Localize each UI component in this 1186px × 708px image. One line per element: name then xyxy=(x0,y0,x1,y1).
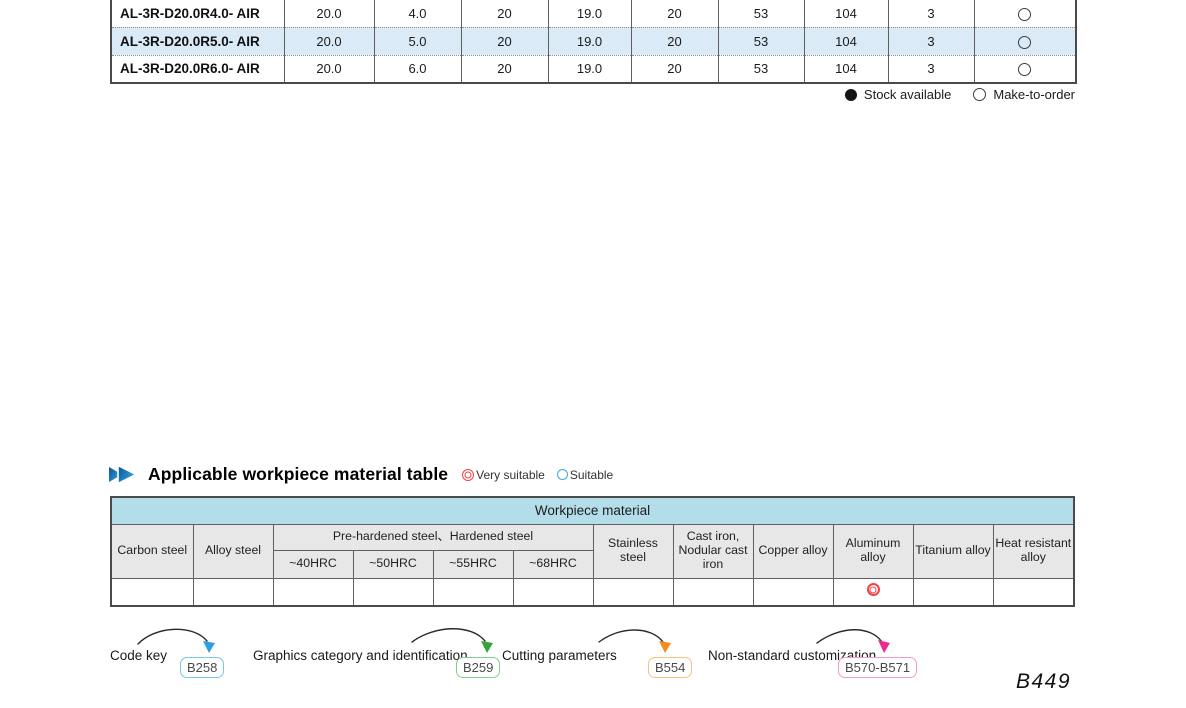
product-code-cell: AL-3R-D20.0R4.0- AIR xyxy=(111,0,284,27)
suitable-icon xyxy=(557,469,568,480)
workpiece-rating-row xyxy=(111,578,1074,606)
spec-cell: 3 xyxy=(888,27,974,55)
stock-available-label: Stock available xyxy=(864,87,951,102)
suitable-label: Suitable xyxy=(570,468,613,482)
rating-cell-aluminum-alloy xyxy=(833,578,913,606)
spec-cell: 19.0 xyxy=(548,0,631,27)
curved-arrow-icon xyxy=(595,628,675,656)
spec-cell: 19.0 xyxy=(548,55,631,83)
spec-cell: 20.0 xyxy=(284,27,374,55)
col-carbon-steel: Carbon steel xyxy=(111,524,193,578)
spec-cell: 20 xyxy=(461,55,548,83)
workpiece-title-row: Workpiece material xyxy=(111,497,1074,524)
spec-cell: 3 xyxy=(888,55,974,83)
rating-cell-50hrc xyxy=(353,578,433,606)
spec-cell: 5.0 xyxy=(374,27,461,55)
col-cast-iron: Cast iron, Nodular cast iron xyxy=(673,524,753,578)
product-code-cell: AL-3R-D20.0R6.0- AIR xyxy=(111,55,284,83)
spec-cell: 53 xyxy=(718,55,804,83)
availability-cell xyxy=(974,0,1076,27)
spec-cell: 20 xyxy=(461,0,548,27)
spec-cell: 53 xyxy=(718,0,804,27)
rating-cell-alloy-steel xyxy=(193,578,273,606)
workpiece-title: Workpiece material xyxy=(111,497,1074,524)
spec-row: AL-3R-D20.0R4.0- AIR 20.0 4.0 20 19.0 20… xyxy=(111,0,1076,27)
rating-cell-68hrc xyxy=(513,578,593,606)
make-to-order-label: Make-to-order xyxy=(993,87,1075,102)
curved-arrow-icon xyxy=(135,626,220,656)
rating-cell-stainless-steel xyxy=(593,578,673,606)
stock-available-legend: Stock available xyxy=(845,87,951,102)
spec-row: AL-3R-D20.0R6.0- AIR 20.0 6.0 20 19.0 20… xyxy=(111,55,1076,83)
col-copper-alloy: Copper alloy xyxy=(753,524,833,578)
product-code-cell: AL-3R-D20.0R5.0- AIR xyxy=(111,27,284,55)
col-heat-resistant-alloy: Heat resistant alloy xyxy=(993,524,1074,578)
spec-cell: 20 xyxy=(631,0,718,27)
spec-cell: 4.0 xyxy=(374,0,461,27)
make-to-order-icon xyxy=(1018,8,1031,21)
suitable-legend: Suitable xyxy=(557,468,613,482)
make-to-order-icon xyxy=(1018,36,1031,49)
section-title: Applicable workpiece material table xyxy=(148,464,448,485)
workpiece-material-table: Workpiece material Carbon steel Alloy st… xyxy=(110,496,1075,607)
rating-cell-55hrc xyxy=(433,578,513,606)
spec-cell: 3 xyxy=(888,0,974,27)
col-40hrc: ~40HRC xyxy=(273,550,353,578)
stock-legend: Stock available Make-to-order xyxy=(110,87,1075,102)
section-heading: Applicable workpiece material table Very… xyxy=(108,464,613,485)
col-55hrc: ~55HRC xyxy=(433,550,513,578)
ref-page-b258: B258 xyxy=(180,657,224,678)
col-aluminum-alloy: Aluminum alloy xyxy=(833,524,913,578)
col-50hrc: ~50HRC xyxy=(353,550,433,578)
spec-cell: 104 xyxy=(804,0,888,27)
page-number: B449 xyxy=(1016,670,1071,694)
availability-cell xyxy=(974,55,1076,83)
spec-cell: 104 xyxy=(804,27,888,55)
very-suitable-legend: Very suitable xyxy=(462,468,545,482)
rating-cell-copper-alloy xyxy=(753,578,833,606)
make-to-order-icon xyxy=(973,88,986,101)
very-suitable-label: Very suitable xyxy=(476,468,545,482)
col-titanium-alloy: Titanium alloy xyxy=(913,524,993,578)
footer-references: Code key B258 Graphics category and iden… xyxy=(0,626,1186,692)
spec-cell: 19.0 xyxy=(548,27,631,55)
spec-cell: 20 xyxy=(461,27,548,55)
double-chevron-icon xyxy=(108,464,138,485)
ref-page-b570-b571: B570-B571 xyxy=(838,657,917,678)
col-68hrc: ~68HRC xyxy=(513,550,593,578)
ref-page-b554: B554 xyxy=(648,657,692,678)
spec-table: AL-3R-D20.0R4.0- AIR 20.0 4.0 20 19.0 20… xyxy=(110,0,1077,84)
very-suitable-icon xyxy=(462,469,474,481)
spec-cell: 6.0 xyxy=(374,55,461,83)
make-to-order-icon xyxy=(1018,63,1031,76)
curved-arrow-icon xyxy=(812,628,897,656)
suitability-legend: Very suitable Suitable xyxy=(462,468,613,482)
spec-cell: 53 xyxy=(718,27,804,55)
rating-cell-titanium-alloy xyxy=(913,578,993,606)
col-stainless-steel: Stainless steel xyxy=(593,524,673,578)
stock-available-icon xyxy=(845,89,857,101)
spec-cell: 20 xyxy=(631,55,718,83)
rating-cell-cast-iron xyxy=(673,578,753,606)
col-group-hardened-steel: Pre-hardened steel、Hardened steel xyxy=(273,524,593,550)
spec-cell: 20.0 xyxy=(284,0,374,27)
spec-row: AL-3R-D20.0R5.0- AIR 20.0 5.0 20 19.0 20… xyxy=(111,27,1076,55)
availability-cell xyxy=(974,27,1076,55)
col-alloy-steel: Alloy steel xyxy=(193,524,273,578)
curved-arrow-icon xyxy=(405,626,497,656)
catalog-page: AL-3R-D20.0R4.0- AIR 20.0 4.0 20 19.0 20… xyxy=(0,0,1186,708)
make-to-order-legend: Make-to-order xyxy=(973,87,1075,102)
rating-cell-40hrc xyxy=(273,578,353,606)
rating-cell-heat-resistant-alloy xyxy=(993,578,1074,606)
spec-cell: 20 xyxy=(631,27,718,55)
rating-cell-carbon-steel xyxy=(111,578,193,606)
ref-page-b259: B259 xyxy=(456,657,500,678)
spec-cell: 104 xyxy=(804,55,888,83)
very-suitable-mark xyxy=(867,583,880,596)
spec-cell: 20.0 xyxy=(284,55,374,83)
workpiece-header-row: Carbon steel Alloy steel Pre-hardened st… xyxy=(111,524,1074,550)
